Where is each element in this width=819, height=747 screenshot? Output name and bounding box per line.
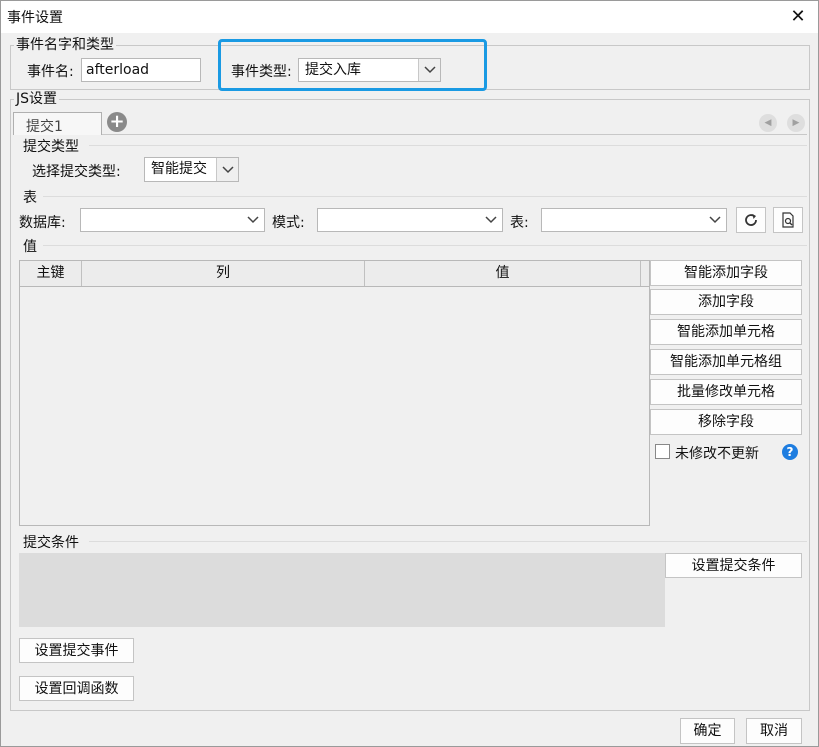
table-header: 主键 列 值 <box>20 261 649 287</box>
schema-select[interactable] <box>317 208 503 232</box>
database-select[interactable] <box>80 208 265 232</box>
values-divider <box>43 245 807 246</box>
condition-divider <box>89 541 807 542</box>
help-icon[interactable]: ? <box>782 444 798 460</box>
event-name-input[interactable]: afterload <box>81 58 201 82</box>
smart-add-field-button[interactable]: 智能添加字段 <box>650 260 802 286</box>
set-callback-button[interactable]: 设置回调函数 <box>19 676 134 701</box>
title-bar: 事件设置 ✕ <box>1 1 818 33</box>
refresh-button[interactable] <box>736 207 766 233</box>
values-section-title: 值 <box>23 239 37 255</box>
add-tab-icon[interactable]: + <box>107 112 127 132</box>
cancel-button[interactable]: 取消 <box>746 718 802 744</box>
skip-unmodified-label[interactable]: 未修改不更新 <box>675 443 759 463</box>
submit-type-section: 提交类型 <box>23 139 79 155</box>
set-condition-button[interactable]: 设置提交条件 <box>665 553 802 578</box>
table-select[interactable] <box>541 208 727 232</box>
column-header-primary-key[interactable]: 主键 <box>20 261 82 286</box>
submit-type-label: 选择提交类型: <box>32 164 121 180</box>
schema-label: 模式: <box>272 215 305 231</box>
fields-table[interactable]: 主键 列 值 <box>19 260 650 526</box>
remove-field-button[interactable]: 移除字段 <box>650 409 802 435</box>
js-group-title: JS设置 <box>14 91 60 107</box>
set-submit-event-button[interactable]: 设置提交事件 <box>19 638 134 663</box>
preview-search-icon <box>782 212 794 228</box>
add-field-button[interactable]: 添加字段 <box>650 289 802 315</box>
ok-button[interactable]: 确定 <box>680 718 735 744</box>
event-name-label: 事件名: <box>27 64 74 80</box>
condition-display <box>19 553 665 627</box>
chevron-down-icon[interactable] <box>216 158 238 181</box>
smart-add-cell-button[interactable]: 智能添加单元格 <box>650 319 802 345</box>
skip-unmodified-checkbox[interactable] <box>655 444 670 459</box>
database-label: 数据库: <box>19 215 66 231</box>
smart-add-cell-group-button[interactable]: 智能添加单元格组 <box>650 349 802 375</box>
tab-underline <box>102 134 807 135</box>
column-header-column[interactable]: 列 <box>82 261 365 286</box>
chevron-down-icon[interactable] <box>242 209 264 231</box>
table-section-divider <box>43 196 807 197</box>
event-settings-dialog: 事件设置 ✕ 事件名字和类型 事件名: afterload 事件类型: 提交入库… <box>0 0 819 747</box>
chevron-down-icon[interactable] <box>704 209 726 231</box>
table-section-title: 表 <box>23 190 37 206</box>
close-icon[interactable]: ✕ <box>784 3 812 31</box>
tab-submit-1[interactable]: 提交1 <box>13 112 102 135</box>
batch-edit-cells-button[interactable]: 批量修改单元格 <box>650 379 802 405</box>
chevron-down-icon[interactable] <box>480 209 502 231</box>
event-group-title: 事件名字和类型 <box>14 37 116 53</box>
event-type-highlight <box>218 39 487 91</box>
submit-type-value: 智能提交 <box>151 161 207 177</box>
column-header-value[interactable]: 值 <box>365 261 641 286</box>
preview-table-button[interactable] <box>773 207 803 233</box>
submit-type-divider <box>89 145 807 146</box>
tab-next-icon[interactable]: ▶ <box>787 114 805 132</box>
refresh-icon <box>745 214 757 226</box>
tab-prev-icon[interactable]: ◀ <box>759 114 777 132</box>
table-label: 表: <box>510 215 529 231</box>
tab-label: 提交1 <box>26 119 63 135</box>
window-title: 事件设置 <box>7 10 63 26</box>
condition-section-title: 提交条件 <box>23 535 79 551</box>
submit-type-select[interactable]: 智能提交 <box>144 157 239 182</box>
